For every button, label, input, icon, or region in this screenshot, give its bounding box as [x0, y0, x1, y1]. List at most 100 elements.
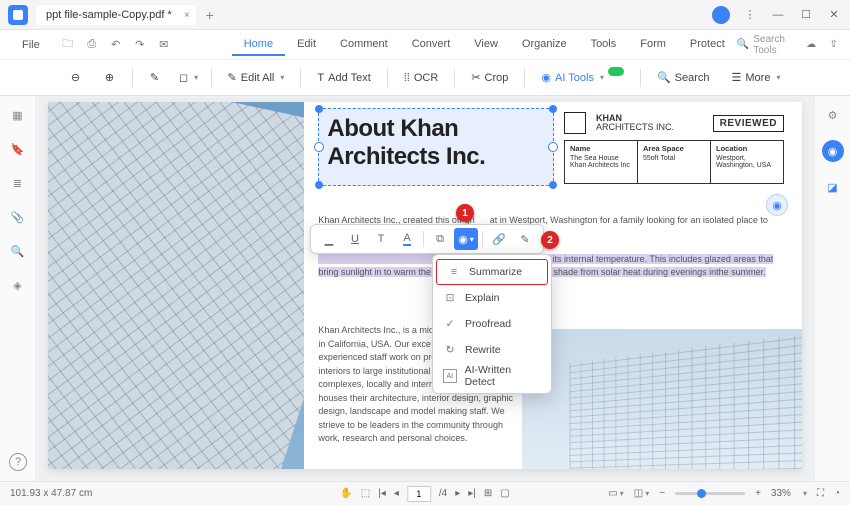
- ft-ai-button[interactable]: ◉▾: [454, 228, 478, 250]
- add-text-button[interactable]: T Add Text: [309, 65, 378, 91]
- page-total: /4: [439, 488, 447, 499]
- ft-underline-icon[interactable]: U: [343, 228, 367, 250]
- page-input[interactable]: [407, 486, 431, 502]
- minimize-icon[interactable]: —: [770, 7, 786, 23]
- ft-copy-icon[interactable]: ⧉: [428, 228, 452, 250]
- ft-edit-icon[interactable]: ✎: [513, 228, 537, 250]
- document-canvas[interactable]: About Khan Architects Inc. KHAN ARCHITEC…: [36, 96, 814, 481]
- dropdown-rewrite[interactable]: ↻Rewrite: [433, 337, 551, 363]
- tab-convert[interactable]: Convert: [400, 34, 463, 56]
- crop-button[interactable]: ✂ Crop: [463, 65, 516, 91]
- handle-ml[interactable]: [314, 142, 324, 152]
- cloud-icon[interactable]: ☁: [805, 37, 818, 53]
- thumbnails-icon[interactable]: ▦: [9, 106, 27, 124]
- fit-page-icon[interactable]: ▢: [500, 488, 509, 499]
- dropdown-explain[interactable]: ⊡Explain: [433, 285, 551, 311]
- ai-sidebar-icon[interactable]: ◉: [822, 140, 844, 162]
- page-content: About Khan Architects Inc. KHAN ARCHITEC…: [304, 102, 802, 469]
- handle-tl[interactable]: [315, 105, 323, 113]
- ws-icon[interactable]: ◪: [824, 178, 842, 196]
- layers-icon[interactable]: ≣: [9, 174, 27, 192]
- ft-highlight-icon[interactable]: ▁: [317, 228, 341, 250]
- close-tab-icon[interactable]: ×: [184, 10, 190, 21]
- edit-all-button[interactable]: ✎ Edit All▾: [220, 65, 293, 91]
- handle-tr[interactable]: [549, 105, 557, 113]
- ai-tools-button[interactable]: ◉ AI Tools▾: [533, 65, 632, 91]
- fit-width-icon[interactable]: ⊞: [484, 488, 492, 499]
- doc-title-line2: Architects Inc.: [327, 143, 545, 171]
- search-tools[interactable]: 🔍 Search Tools: [737, 34, 795, 56]
- help-icon[interactable]: ?: [9, 453, 27, 471]
- more-button[interactable]: ☰ More▾: [724, 65, 789, 91]
- highlighter-button[interactable]: ✎: [141, 65, 169, 91]
- share-icon[interactable]: ⇪: [827, 37, 840, 53]
- search-tools-label: Search Tools: [753, 34, 795, 56]
- handle-mr[interactable]: [548, 142, 558, 152]
- selected-text-box[interactable]: About Khan Architects Inc.: [318, 108, 554, 186]
- new-badge: [608, 67, 624, 76]
- document-meta: KHAN ARCHITECTS INC. REVIEWED NameThe Se…: [564, 112, 784, 184]
- dropdown-proofread[interactable]: ✓Proofread: [433, 311, 551, 337]
- user-avatar[interactable]: [712, 6, 730, 24]
- tab-view[interactable]: View: [462, 34, 510, 56]
- next-page-icon[interactable]: ▸: [455, 488, 460, 499]
- main-tabs: Home Edit Comment Convert View Organize …: [232, 34, 737, 56]
- page-navigator: ✋ ⬚ |◂ ◂ /4 ▸ ▸| ⊞ ▢: [340, 486, 509, 502]
- layout-icon[interactable]: ◫▾: [634, 488, 649, 499]
- save-icon[interactable]: 🗀: [60, 37, 76, 53]
- tab-edit[interactable]: Edit: [285, 34, 328, 56]
- undo-icon[interactable]: ↶: [108, 37, 124, 53]
- zoom-slider[interactable]: [675, 492, 745, 495]
- last-page-icon[interactable]: ▸|: [468, 488, 476, 499]
- search-button[interactable]: 🔍 Search: [649, 65, 718, 91]
- reading-mode-icon[interactable]: ◔: [834, 488, 840, 499]
- ai-float-badge[interactable]: ◉: [766, 194, 788, 216]
- ft-link-icon[interactable]: 🔗: [487, 228, 511, 250]
- view-mode-icon[interactable]: ▭▾: [608, 488, 623, 499]
- sliders-icon[interactable]: ⚙: [824, 106, 842, 124]
- zoom-in-sb-icon[interactable]: +: [755, 488, 761, 499]
- tab-comment[interactable]: Comment: [328, 34, 400, 56]
- page-hero-image: [48, 102, 304, 469]
- dropdown-summarize[interactable]: ≡Summarize: [436, 259, 548, 285]
- document-tab[interactable]: ppt file-sample-Copy.pdf * ×: [36, 5, 196, 25]
- file-menu[interactable]: File: [10, 35, 52, 55]
- zoom-out-button[interactable]: ⊖: [62, 65, 90, 91]
- kebab-menu-icon[interactable]: ⋮: [742, 7, 758, 23]
- dd-label: Rewrite: [465, 344, 501, 356]
- add-tab-button[interactable]: +: [200, 5, 220, 25]
- hand-tool-icon[interactable]: ✋: [340, 488, 352, 499]
- reviewed-stamp: REVIEWED: [713, 115, 784, 132]
- fullscreen-icon[interactable]: ⛶: [817, 488, 824, 499]
- maximize-icon[interactable]: ☐: [798, 7, 814, 23]
- close-window-icon[interactable]: ✕: [826, 7, 842, 23]
- ft-fontcolor-icon[interactable]: A: [395, 228, 419, 250]
- tab-home[interactable]: Home: [232, 34, 285, 56]
- select-tool-icon[interactable]: ⬚: [361, 488, 370, 499]
- dd-label: Summarize: [469, 266, 522, 278]
- print-icon[interactable]: ⎙: [84, 37, 100, 53]
- tab-tools[interactable]: Tools: [579, 34, 629, 56]
- handle-br[interactable]: [549, 181, 557, 189]
- redo-icon[interactable]: ↷: [132, 37, 148, 53]
- dropdown-ai-detect[interactable]: AIAI-Written Detect: [433, 363, 551, 389]
- handle-bl[interactable]: [315, 181, 323, 189]
- ocr-button[interactable]: ⁞⁞ OCR: [396, 65, 447, 91]
- zoom-in-button[interactable]: ⊕: [96, 65, 124, 91]
- zoom-out-sb-icon[interactable]: −: [659, 488, 665, 499]
- menubar: File 🗀 ⎙ ↶ ↷ ✉ Home Edit Comment Convert…: [0, 30, 850, 60]
- dd-label: AI-Written Detect: [465, 364, 541, 388]
- ft-strike-icon[interactable]: T: [369, 228, 393, 250]
- attachments-icon[interactable]: 📎: [9, 208, 27, 226]
- tab-form[interactable]: Form: [628, 34, 678, 56]
- tab-protect[interactable]: Protect: [678, 34, 737, 56]
- package-icon[interactable]: ◈: [9, 276, 27, 294]
- tab-organize[interactable]: Organize: [510, 34, 579, 56]
- bookmarks-icon[interactable]: 🔖: [9, 140, 27, 158]
- prev-page-icon[interactable]: ◂: [394, 488, 399, 499]
- shape-button[interactable]: ◻▾: [175, 65, 203, 91]
- callout-badge-1: 1: [456, 204, 474, 222]
- email-icon[interactable]: ✉: [156, 37, 172, 53]
- first-page-icon[interactable]: |◂: [378, 488, 386, 499]
- search-panel-icon[interactable]: 🔍: [9, 242, 27, 260]
